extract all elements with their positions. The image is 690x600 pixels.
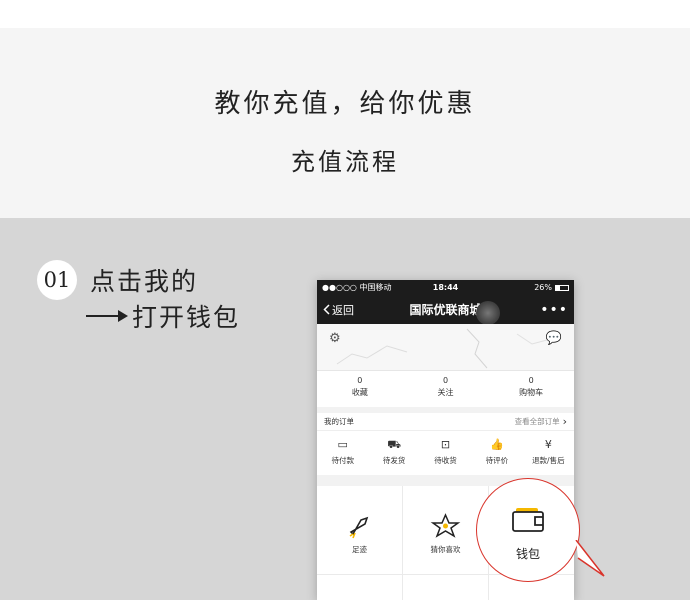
- order-item-label: 退款/售后: [532, 456, 565, 465]
- page-subtitle: 充值流程: [291, 148, 399, 176]
- yen-icon: ¥: [544, 438, 552, 451]
- page-title: 教你充值，给你优惠: [214, 89, 476, 119]
- stat-label: 收藏: [351, 388, 368, 397]
- truck-icon: ⛟: [387, 438, 402, 451]
- wallet-icon: [512, 508, 544, 532]
- battery-icon: [555, 284, 569, 291]
- order-pending-review[interactable]: 👍 待评价: [471, 431, 522, 475]
- order-pending-receipt[interactable]: ⊡ 待收货: [420, 431, 471, 475]
- stat-label: 购物车: [519, 388, 544, 397]
- order-item-label: 待付款: [331, 456, 354, 465]
- step-instruction-text: 打开钱包: [132, 303, 241, 332]
- back-button[interactable]: 返回: [323, 302, 354, 318]
- stat-count: 0: [528, 376, 534, 385]
- grid-item-label: 足迹: [352, 545, 367, 554]
- grid-item-footprint[interactable]: 足迹: [317, 486, 402, 574]
- order-status-row: ▭ 待付款 ⛟ 待发货 ⊡ 待收货 👍 待评价 ¥ 退款/售后: [317, 431, 574, 475]
- view-all-orders-link[interactable]: 查看全部订单 ›: [515, 415, 567, 428]
- more-menu-button[interactable]: •••: [540, 302, 568, 318]
- order-item-label: 待评价: [485, 456, 509, 465]
- wallet-label: 钱包: [515, 547, 540, 561]
- stat-count: 0: [442, 376, 449, 385]
- rocket-icon: [349, 516, 369, 539]
- stat-count: 0: [357, 376, 363, 385]
- grid-item-empty: [403, 575, 488, 600]
- order-pending-shipment[interactable]: ⛟ 待发货: [368, 431, 419, 475]
- chevron-right-icon: ›: [562, 415, 567, 428]
- nav-title: 国际优联商城: [409, 303, 482, 317]
- thumbs-up-icon: 👍: [490, 438, 504, 451]
- step-instruction-line1: 点击我的: [90, 267, 199, 296]
- stat-favorites[interactable]: 0 收藏: [317, 371, 403, 407]
- order-item-label: 待发货: [382, 456, 406, 465]
- stat-following[interactable]: 0 关注: [403, 371, 489, 407]
- wallet-small-icon: ▭: [337, 438, 348, 451]
- order-item-label: 待收货: [434, 456, 457, 465]
- orders-header: 我的订单 查看全部订单 ›: [317, 413, 574, 431]
- nav-bar: 返回 国际优联商城 •••: [317, 295, 574, 325]
- message-bubble-icon[interactable]: 💬: [546, 331, 562, 346]
- top-strip: [0, 0, 690, 28]
- back-label: 返回: [332, 303, 354, 317]
- order-refund[interactable]: ¥ 退款/售后: [523, 431, 574, 475]
- stats-row: 0 收藏 0 关注 0 购物车: [317, 371, 574, 407]
- arrow-right-icon: [86, 310, 128, 322]
- orders-title: 我的订单: [324, 417, 354, 426]
- step-instruction-line2: 打开钱包: [86, 298, 240, 334]
- grid-item-empty: [317, 575, 402, 600]
- stat-label: 关注: [437, 388, 454, 397]
- touch-indicator: [476, 301, 500, 325]
- stat-cart[interactable]: 0 购物车: [488, 371, 574, 407]
- status-bar: ●●○○○ 中国移动 18:44 26%: [317, 280, 574, 295]
- step-number-badge: 01: [37, 260, 77, 300]
- clock-text: 18:44: [432, 283, 459, 292]
- profile-banner: ⚙ 💬: [317, 324, 574, 371]
- view-all-label: 查看全部订单: [514, 417, 560, 426]
- order-pending-payment[interactable]: ▭ 待付款: [317, 431, 368, 475]
- settings-gear-icon[interactable]: ⚙: [329, 331, 341, 346]
- chevron-left-icon: [323, 304, 330, 315]
- banner-texture: [336, 328, 548, 369]
- header-band: [0, 28, 690, 218]
- orders-section: 我的订单 查看全部订单 › ▭ 待付款 ⛟ 待发货 ⊡ 待收货 👍 待评价 ¥ …: [317, 413, 574, 475]
- box-icon: ⊡: [440, 438, 451, 451]
